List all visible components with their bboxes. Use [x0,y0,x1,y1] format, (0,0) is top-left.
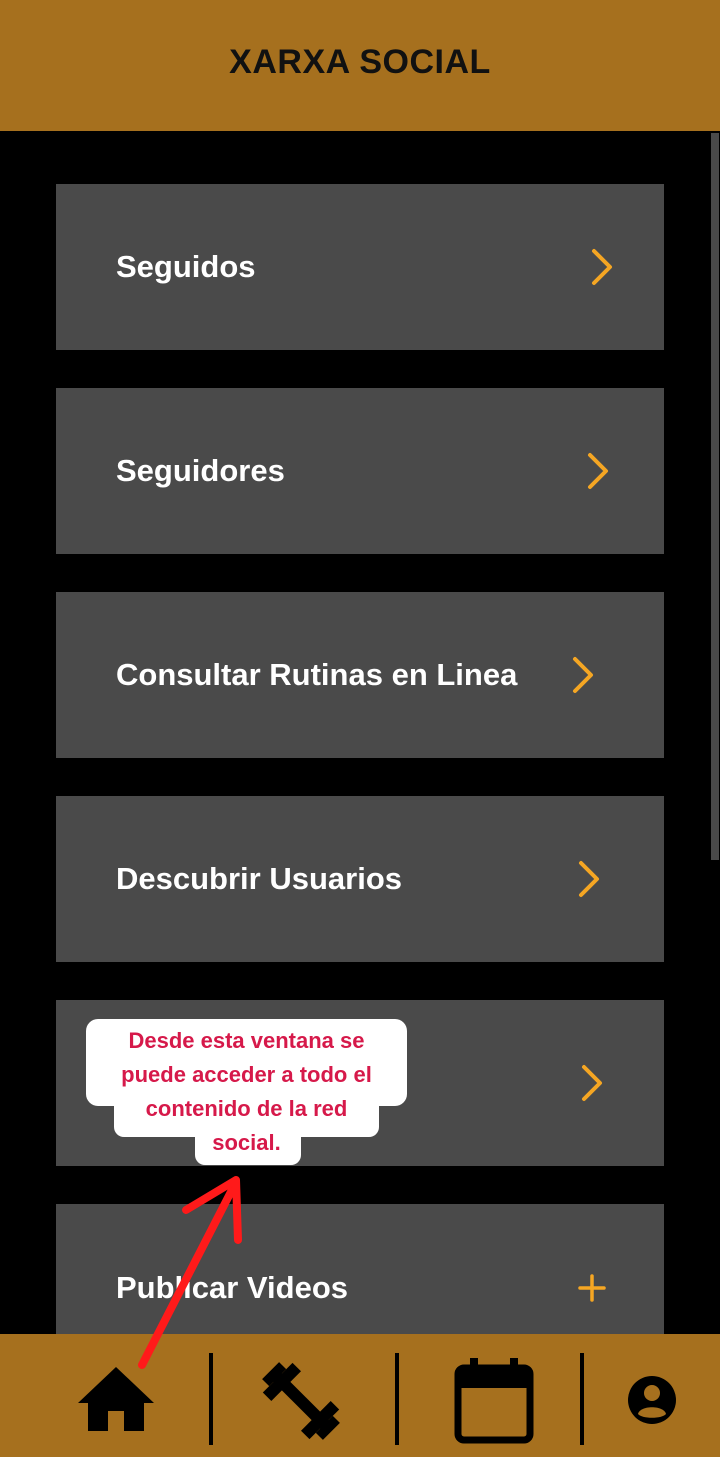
menu-item-consultar-rutinas[interactable]: Consultar Rutinas en Linea [56,592,664,758]
menu-item-descubrir-usuarios[interactable]: Descubrir Usuarios [56,796,664,962]
annotation-line: Desde esta ventana se [128,1028,365,1053]
page-title: XARXA SOCIAL [229,43,491,81]
menu-item-seguidos[interactable]: Seguidos [56,184,664,350]
chevron-right-icon [582,1065,602,1101]
menu-item-seguidores[interactable]: Seguidores [56,388,664,554]
menu-item-label: Consultar Rutinas en Linea [116,657,518,692]
chevron-right-icon [579,861,599,897]
dumbbell-icon[interactable] [258,1358,344,1444]
menu-item-publicar-videos[interactable]: Publicar Videos [56,1204,664,1344]
app-header: XARXA SOCIAL [0,0,720,131]
scrollbar[interactable] [711,133,719,860]
chevron-right-icon [573,657,593,693]
chevron-right-icon [592,249,612,285]
menu-item-label: Seguidos [116,249,256,284]
annotation-line: social. [212,1130,281,1155]
menu-item-label: Seguidores [116,453,285,488]
plus-icon [578,1274,606,1302]
menu-item-label: Publicar Videos [116,1270,349,1305]
nav-divider [395,1353,399,1445]
annotation-text: Desde esta ventana se puede acceder a to… [86,1024,407,1160]
calendar-icon[interactable] [452,1356,536,1444]
nav-divider [580,1353,584,1445]
account-icon[interactable] [626,1374,678,1426]
annotation-line: puede acceder a todo el [121,1062,372,1087]
chevron-right-icon [588,453,608,489]
annotation-line: contenido de la red [145,1096,348,1121]
nav-divider [209,1353,213,1445]
menu-item-label: Descubrir Usuarios [116,861,402,896]
home-icon[interactable] [76,1365,156,1435]
